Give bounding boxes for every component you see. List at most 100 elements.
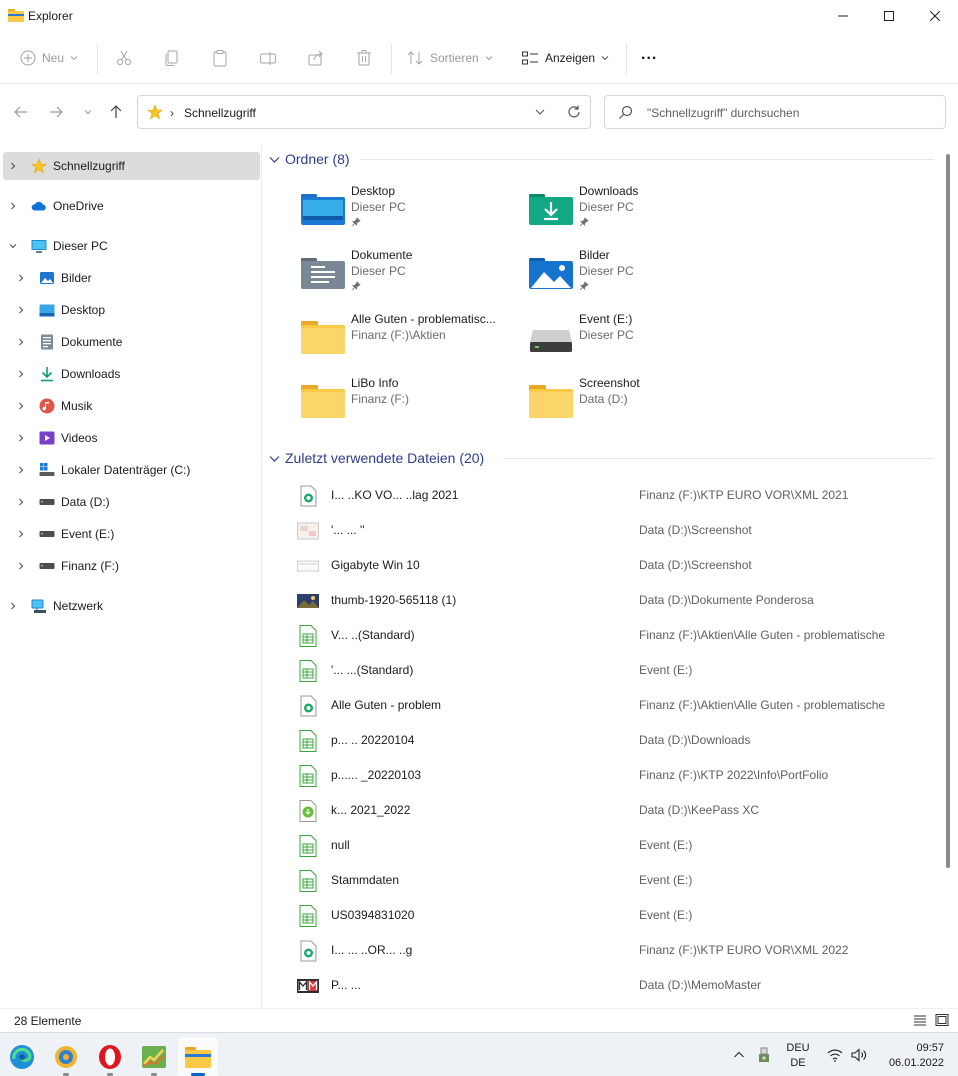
- folder-tile[interactable]: Screenshot Data (D:): [529, 376, 749, 434]
- file-row[interactable]: V... ..(Standard) Finanz (F:)\Aktien\All…: [297, 618, 917, 652]
- chevron-right-icon[interactable]: [7, 162, 19, 170]
- arrow-up-icon: [110, 105, 122, 118]
- file-row[interactable]: US0394831020 Event (E:): [297, 898, 917, 932]
- sidebar-item-pictures[interactable]: Bilder: [3, 264, 260, 292]
- file-row[interactable]: null Event (E:): [297, 828, 917, 862]
- sidebar-item-quick-access[interactable]: Schnellzugriff: [3, 152, 260, 180]
- tiles-view-icon[interactable]: [935, 1013, 949, 1027]
- sidebar-item-music[interactable]: Musik: [3, 392, 260, 420]
- file-path: Event (E:): [639, 838, 693, 852]
- chevron-right-icon[interactable]: [15, 306, 27, 314]
- chevron-right-icon[interactable]: [15, 434, 27, 442]
- folder-tile[interactable]: Desktop Dieser PC: [301, 184, 521, 242]
- chevron-down-icon[interactable]: [7, 242, 19, 250]
- taskbar-opera[interactable]: [90, 1037, 130, 1076]
- cut-button[interactable]: [115, 44, 133, 72]
- folder-icon: [529, 385, 573, 418]
- chevron-right-icon[interactable]: [15, 530, 27, 538]
- folder-tile[interactable]: Event (E:) Dieser PC: [529, 312, 749, 370]
- rename-button[interactable]: [259, 44, 277, 72]
- file-row[interactable]: '... ... '' Data (D:)\Screenshot: [297, 513, 917, 547]
- sidebar-item-downloads[interactable]: Downloads: [3, 360, 260, 388]
- sidebar-item-drive-c[interactable]: Lokaler Datenträger (C:): [3, 456, 260, 484]
- volume-status[interactable]: [851, 1033, 867, 1076]
- chevron-right-icon[interactable]: [15, 498, 27, 506]
- sidebar-item-this-pc[interactable]: Dieser PC: [3, 232, 260, 260]
- file-row[interactable]: P... ... Data (D:)\MemoMaster: [297, 968, 917, 1002]
- chevron-right-icon[interactable]: [7, 602, 19, 610]
- sidebar-item-onedrive[interactable]: OneDrive: [3, 192, 260, 220]
- folder-tile[interactable]: Dokumente Dieser PC: [301, 248, 521, 306]
- chevron-right-icon[interactable]: [15, 466, 27, 474]
- file-row[interactable]: p...... _20220103 Finanz (F:)\KTP 2022\I…: [297, 758, 917, 792]
- drive-icon: [39, 558, 55, 574]
- new-button[interactable]: Neu: [20, 44, 78, 72]
- chevron-down-icon[interactable]: [535, 107, 545, 117]
- close-button[interactable]: [912, 0, 958, 32]
- sidebar-item-drive-d[interactable]: Data (D:): [3, 488, 260, 516]
- maximize-button[interactable]: [866, 0, 912, 32]
- folders-section-header[interactable]: Ordner (8): [269, 149, 350, 169]
- sidebar-item-drive-e[interactable]: Event (E:): [3, 520, 260, 548]
- network-status[interactable]: [827, 1033, 843, 1076]
- folder-tile[interactable]: Bilder Dieser PC: [529, 248, 749, 306]
- chevron-right-icon[interactable]: [15, 274, 27, 282]
- breadcrumb-chevron-icon: ›: [170, 106, 174, 120]
- taskbar-edge[interactable]: [2, 1037, 42, 1076]
- tray-overflow-button[interactable]: [733, 1033, 745, 1076]
- sidebar-item-documents[interactable]: Dokumente: [3, 328, 260, 356]
- monitor-icon: [31, 238, 47, 254]
- date: 06.01.2022: [888, 1057, 944, 1069]
- download-icon: [39, 366, 55, 382]
- chevron-right-icon[interactable]: [15, 402, 27, 410]
- folder-tile[interactable]: Downloads Dieser PC: [529, 184, 749, 242]
- folder-icon: [8, 9, 24, 22]
- folder-tile[interactable]: Alle Guten - problematisc... Finanz (F:)…: [301, 312, 521, 370]
- file-row[interactable]: I... ..KO VO... ..lag 2021 Finanz (F:)\K…: [297, 478, 917, 512]
- address-bar[interactable]: › Schnellzugriff: [137, 95, 591, 129]
- tray-app[interactable]: [756, 1033, 772, 1076]
- file-row[interactable]: '... ...(Standard) Event (E:): [297, 653, 917, 687]
- breadcrumb[interactable]: Schnellzugriff: [184, 106, 256, 120]
- refresh-icon[interactable]: [566, 104, 582, 120]
- taskbar-settings[interactable]: [46, 1037, 86, 1076]
- clock[interactable]: 09:57 06.01.2022: [878, 1041, 944, 1071]
- language-indicator[interactable]: DEU DE: [784, 1041, 812, 1071]
- details-view-icon[interactable]: [913, 1014, 927, 1027]
- paste-button[interactable]: [211, 44, 229, 72]
- more-button[interactable]: ...: [641, 41, 657, 69]
- sidebar-item-desktop[interactable]: Desktop: [3, 296, 260, 324]
- file-row[interactable]: thumb-1920-565118 (1) Data (D:)\Dokument…: [297, 583, 917, 617]
- forward-button[interactable]: [44, 100, 68, 124]
- file-row[interactable]: I... ... ..OR... ..g Finanz (F:)\KTP EUR…: [297, 933, 917, 967]
- file-row[interactable]: Alle Guten - problem Finanz (F:)\Aktien\…: [297, 688, 917, 722]
- chevron-right-icon[interactable]: [15, 562, 27, 570]
- copy-button[interactable]: [163, 44, 181, 72]
- back-button[interactable]: [9, 100, 33, 124]
- recent-section-header[interactable]: Zuletzt verwendete Dateien (20): [269, 448, 484, 468]
- keyboard-layout: DE: [790, 1057, 806, 1069]
- taskbar-explorer[interactable]: [178, 1037, 218, 1076]
- search-box[interactable]: "Schnellzugriff" durchsuchen: [604, 95, 946, 129]
- file-row[interactable]: k... 2021_2022 Data (D:)\KeePass XC: [297, 793, 917, 827]
- recent-locations-button[interactable]: [76, 100, 100, 124]
- chevron-right-icon[interactable]: [7, 202, 19, 210]
- sidebar-item-drive-f[interactable]: Finanz (F:): [3, 552, 260, 580]
- sidebar-item-network[interactable]: Netzwerk: [3, 592, 260, 620]
- file-row[interactable]: Stammdaten Event (E:): [297, 863, 917, 897]
- minimize-button[interactable]: [820, 0, 866, 32]
- sidebar-item-videos[interactable]: Videos: [3, 424, 260, 452]
- file-row[interactable]: p... .. 20220104 Data (D:)\Downloads: [297, 723, 917, 757]
- vertical-scrollbar[interactable]: [946, 154, 950, 868]
- sort-button[interactable]: Sortieren: [406, 44, 493, 72]
- chevron-right-icon[interactable]: [15, 370, 27, 378]
- view-button[interactable]: Anzeigen: [521, 44, 609, 72]
- network-icon: [31, 598, 47, 614]
- file-row[interactable]: Gigabyte Win 10 Data (D:)\Screenshot: [297, 548, 917, 582]
- folder-tile[interactable]: LiBo Info Finanz (F:): [301, 376, 521, 434]
- share-button[interactable]: [307, 44, 325, 72]
- up-button[interactable]: [104, 100, 128, 124]
- taskbar-stocks[interactable]: [134, 1037, 174, 1076]
- chevron-right-icon[interactable]: [15, 338, 27, 346]
- delete-button[interactable]: [355, 44, 373, 72]
